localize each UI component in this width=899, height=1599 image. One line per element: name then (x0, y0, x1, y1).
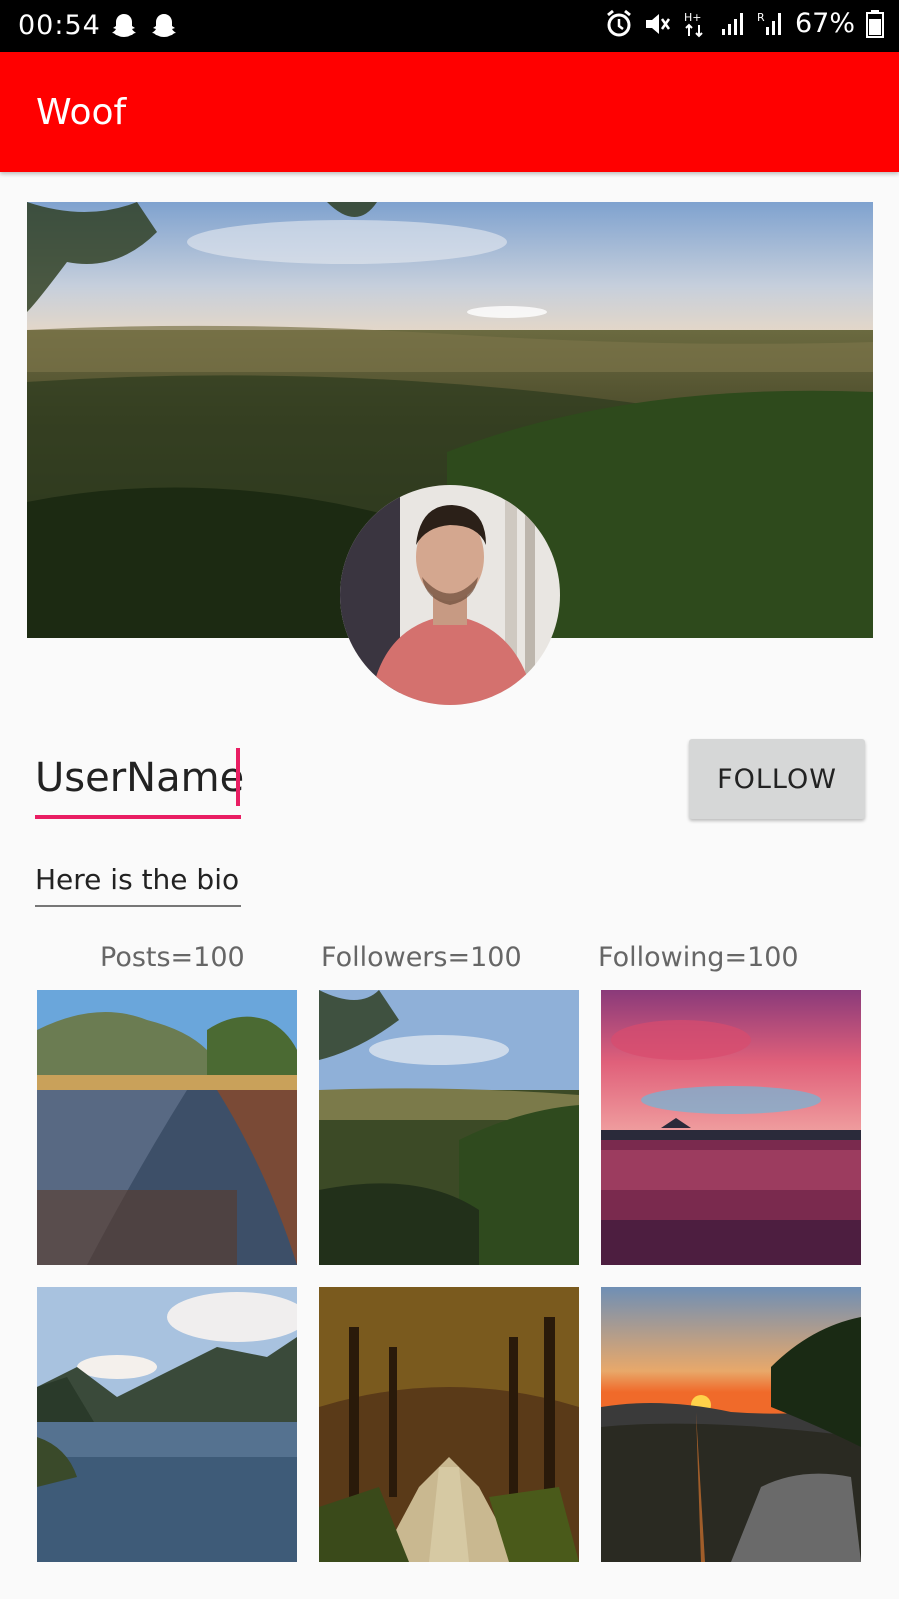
hplus-data-icon: H+ (684, 11, 703, 37)
notification-icons (110, 12, 178, 40)
alarm-icon (607, 9, 631, 36)
grid-photo-mountain-sunset[interactable] (601, 1287, 861, 1562)
text-cursor (236, 748, 240, 806)
snapchat-ghost-icon (152, 14, 176, 37)
status-indicators: H+ R 67% (605, 8, 885, 39)
roaming-signal-icon: R (757, 11, 781, 35)
status-time: 00:54 (18, 10, 101, 41)
mute-icon (645, 13, 671, 34)
username-field[interactable]: UserName (35, 745, 245, 819)
follow-button[interactable]: FOLLOW (689, 739, 865, 819)
grid-photo-tree-avenue[interactable] (319, 1287, 579, 1562)
signal-icon (721, 12, 743, 35)
profile-avatar[interactable] (340, 485, 560, 705)
grid-photo-forest-valley[interactable] (319, 990, 579, 1265)
status-bar: 00:54 H+ R 67% (0, 0, 899, 52)
snapchat-ghost-icon (112, 14, 136, 37)
grid-photo-sunset-lake[interactable] (601, 990, 861, 1265)
app-title: Woof (36, 92, 127, 133)
bio-text: Here is the bio (35, 863, 240, 896)
svg-text:R: R (757, 11, 765, 24)
bio-field[interactable]: Here is the bio (35, 860, 241, 907)
followers-count: Followers=100 (321, 942, 522, 973)
posts-count: Posts=100 (100, 942, 245, 973)
profile-screen: 00:54 H+ R 67% Woof UserName FOLLOW Here… (0, 0, 899, 1599)
battery-percentage: 67% (794, 8, 855, 39)
svg-text:H+: H+ (684, 11, 702, 24)
username-text: UserName (35, 755, 245, 801)
grid-photo-lake-reflection[interactable] (37, 990, 297, 1265)
battery-icon (866, 9, 884, 38)
grid-photo-mountain-lake[interactable] (37, 1287, 297, 1562)
app-bar: Woof (0, 52, 899, 172)
following-count: Following=100 (598, 942, 799, 973)
